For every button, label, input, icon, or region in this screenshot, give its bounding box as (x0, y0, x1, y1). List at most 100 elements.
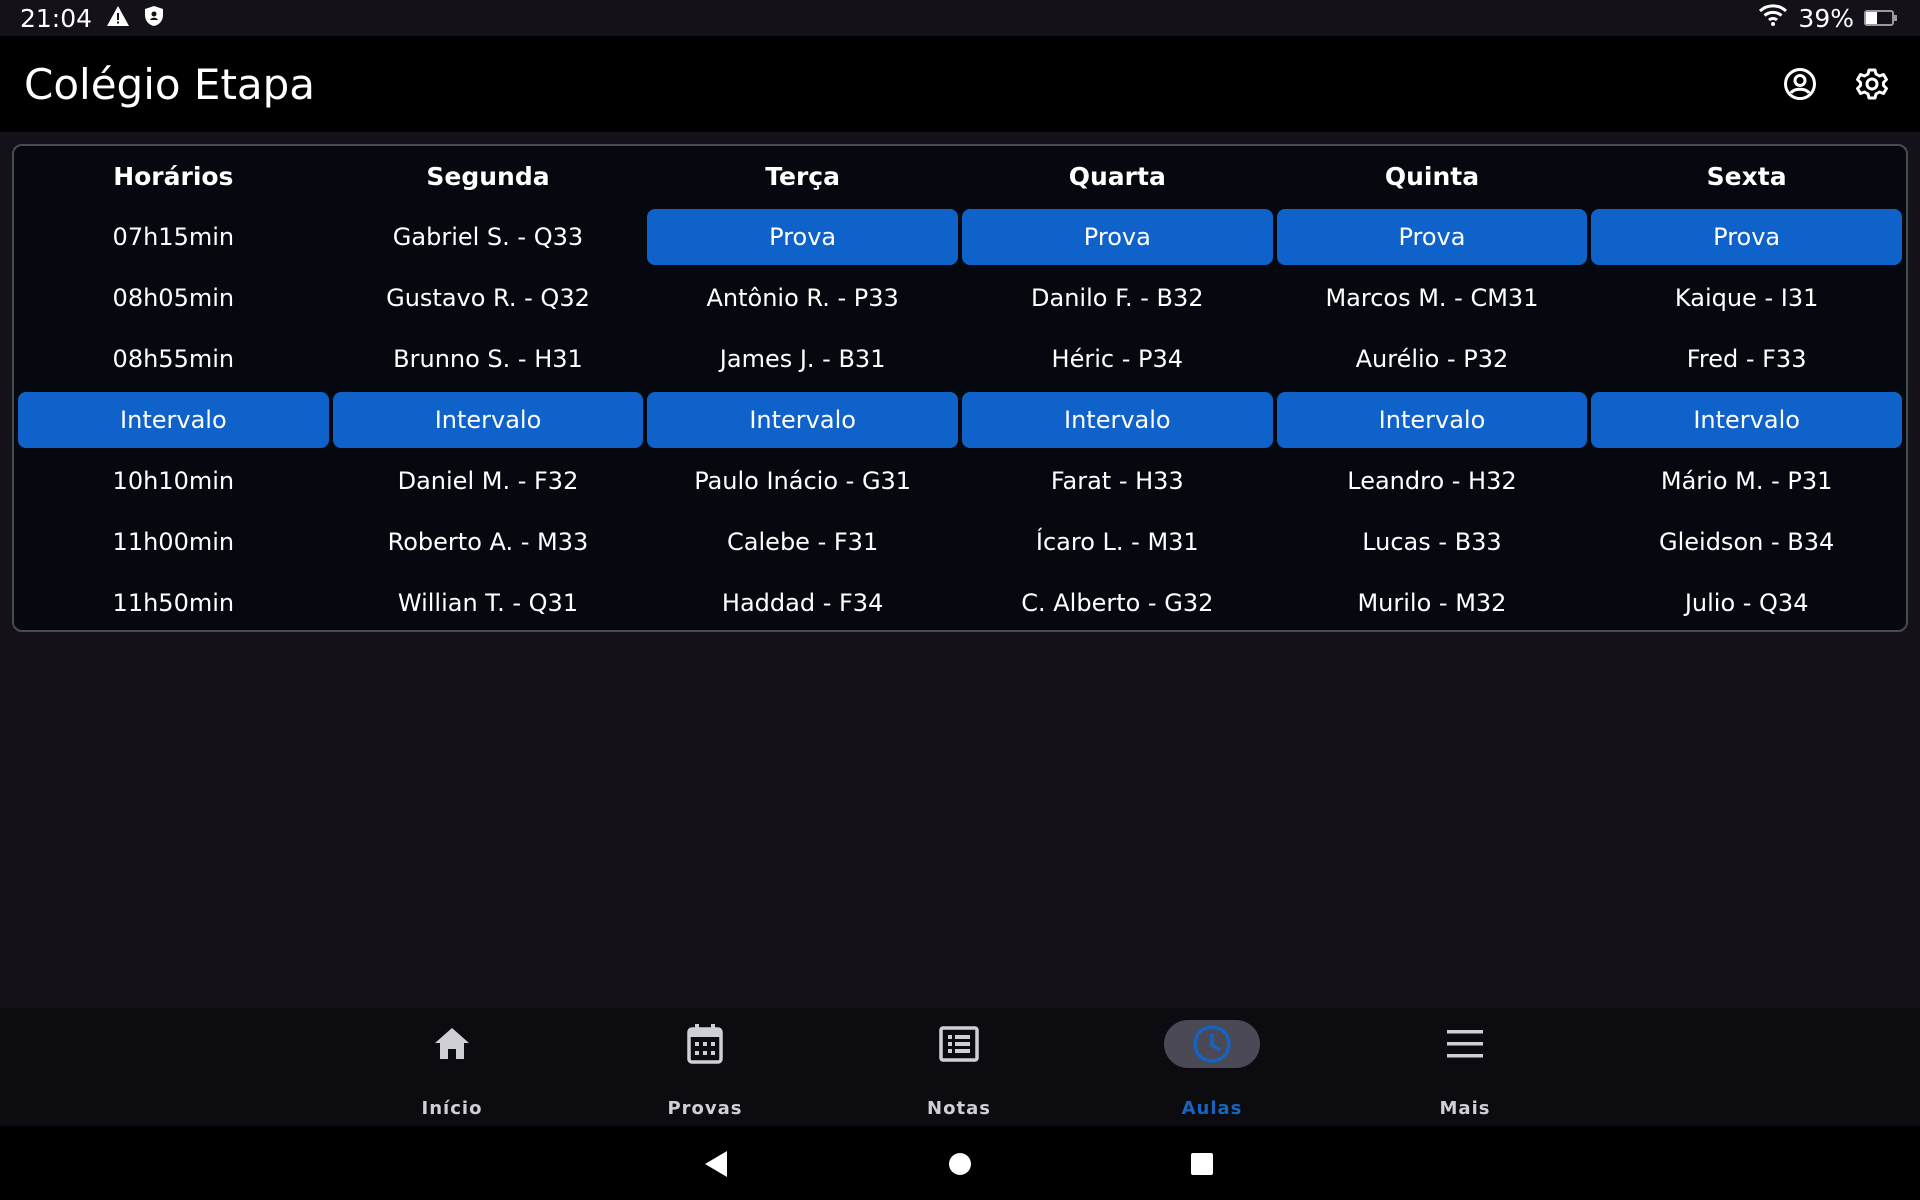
cell-label: 11h00min (112, 527, 235, 556)
cell-label: Murilo - M32 (1357, 588, 1507, 617)
schedule-table: Horários Segunda Terça Quarta Quinta Sex… (14, 146, 1906, 633)
table-cell: C. Alberto - G32 (962, 572, 1273, 633)
table-cell: Willian T. - Q31 (333, 572, 644, 633)
account-icon[interactable] (1782, 66, 1818, 102)
table-cell: Intervalo (18, 389, 329, 450)
table-cell: Fred - F33 (1591, 328, 1902, 389)
table-row: 11h50min Willian T. - Q31 Haddad - F34 C. A… (18, 572, 1902, 633)
cell-label: Ícaro L. - M31 (1035, 527, 1199, 556)
table-cell: Prova (961, 206, 1273, 267)
header-cell: Segunda (426, 161, 550, 191)
cell-label: 08h55min (112, 344, 235, 373)
table-cell: Leandro - H32 (1277, 450, 1588, 511)
menu-icon (1417, 1020, 1513, 1068)
cell-label: C. Alberto - G32 (1021, 588, 1214, 617)
table-cell: Prova (1276, 206, 1588, 267)
nav-item-aulas[interactable]: Aulas (1142, 1020, 1282, 1119)
back-icon[interactable] (696, 1144, 736, 1184)
status-right: 39% (1758, 3, 1898, 33)
table-cell: Intervalo (961, 389, 1273, 450)
table-cell: Brunno S. - H31 (333, 328, 644, 389)
nav-label: Início (421, 1098, 483, 1119)
table-cell: Prova (1591, 206, 1902, 267)
cell-label: Calebe - F31 (727, 527, 879, 556)
highlight-cell-label: Intervalo (1276, 391, 1588, 448)
status-left: 21:04 (20, 4, 164, 33)
cell-label: 07h15min (112, 222, 235, 251)
schedule-body: 07h15min Gabriel S. - Q33 Prova Prova Prova P… (18, 206, 1902, 633)
table-cell: Julio - Q34 (1591, 572, 1902, 633)
nav-item-inicio[interactable]: Início (382, 1020, 522, 1119)
table-cell: Daniel M. - F32 (333, 450, 644, 511)
table-cell: 11h00min (18, 511, 329, 572)
table-row: 08h55min Brunno S. - H31 James J. - B31 Hér… (18, 328, 1902, 389)
highlight-cell-label: Intervalo (18, 391, 329, 448)
bottom-nav: Início Provas Notas Aulas Mais (0, 1008, 1920, 1126)
table-cell: Calebe - F31 (647, 511, 958, 572)
table-cell: Danilo F. - B32 (962, 267, 1273, 328)
cell-label: James J. - B31 (719, 344, 886, 373)
cell-label: Fred - F33 (1686, 344, 1807, 373)
cell-label: Farat - H33 (1050, 466, 1184, 495)
highlight-cell-label: Intervalo (332, 391, 644, 448)
app-title: Colégio Etapa (24, 59, 316, 109)
cell-label: Lucas - B33 (1362, 527, 1502, 556)
table-cell: Gustavo R. - Q32 (333, 267, 644, 328)
table-cell: Kaique - I31 (1591, 267, 1902, 328)
highlight-cell-label: Prova (1591, 208, 1902, 265)
schedule-card: Horários Segunda Terça Quarta Quinta Sex… (12, 144, 1908, 632)
table-cell: James J. - B31 (647, 328, 958, 389)
highlight-cell-label: Prova (647, 208, 958, 265)
header-cell: Terça (765, 161, 840, 191)
cell-label: 11h50min (112, 588, 235, 617)
table-cell: Aurélio - P32 (1277, 328, 1588, 389)
table-cell: 11h50min (18, 572, 329, 633)
nav-item-provas[interactable]: Provas (635, 1020, 775, 1119)
app-bar: Colégio Etapa (0, 36, 1920, 132)
nav-item-notas[interactable]: Notas (889, 1020, 1029, 1119)
table-cell: Héric - P34 (962, 328, 1273, 389)
cell-label: Aurélio - P32 (1355, 344, 1509, 373)
nav-item-mais[interactable]: Mais (1395, 1020, 1535, 1119)
cell-label: Julio - Q34 (1684, 588, 1809, 617)
cell-label: Brunno S. - H31 (393, 344, 583, 373)
highlight-cell-label: Intervalo (961, 391, 1273, 448)
nav-label: Provas (667, 1098, 743, 1119)
alert-icon (106, 4, 130, 33)
table-cell: Lucas - B33 (1277, 511, 1588, 572)
cell-label: Roberto A. - M33 (387, 527, 589, 556)
table-cell: Intervalo (647, 389, 958, 450)
cell-label: Héric - P34 (1051, 344, 1184, 373)
status-bar: 21:04 39% (0, 0, 1920, 36)
nav-label: Notas (927, 1098, 991, 1119)
cell-label: Marcos M. - CM31 (1325, 283, 1539, 312)
cell-label: Danilo F. - B32 (1031, 283, 1204, 312)
home-icon (404, 1020, 500, 1068)
cell-label: Mário M. - P31 (1660, 466, 1833, 495)
table-cell: 08h05min (18, 267, 329, 328)
home-circle-icon[interactable] (940, 1144, 980, 1184)
table-cell: Intervalo (1591, 389, 1902, 450)
table-row: 11h00min Roberto A. - M33 Calebe - F31 Ícar… (18, 511, 1902, 572)
table-cell: Ícaro L. - M31 (962, 511, 1273, 572)
battery-icon (1864, 4, 1898, 33)
table-cell: Gleidson - B34 (1591, 511, 1902, 572)
status-time: 21:04 (20, 3, 93, 33)
cell-label: Kaique - I31 (1674, 283, 1819, 312)
gear-icon[interactable] (1854, 66, 1890, 102)
header-row: Horários Segunda Terça Quarta Quinta Sex… (18, 146, 1902, 206)
cell-label: Daniel M. - F32 (397, 466, 579, 495)
header-cell: Sexta (1706, 161, 1787, 191)
table-cell: Paulo Inácio - G31 (647, 450, 958, 511)
calendar-icon (657, 1020, 753, 1068)
system-nav-bar (0, 1126, 1920, 1200)
table-cell: Roberto A. - M33 (333, 511, 644, 572)
table-cell: Gabriel S. - Q33 (333, 206, 644, 267)
cell-label: Leandro - H32 (1347, 466, 1517, 495)
table-cell: Antônio R. - P33 (647, 267, 958, 328)
app-actions (1782, 66, 1890, 102)
recents-icon[interactable] (1182, 1144, 1222, 1184)
cell-label: Gleidson - B34 (1659, 527, 1835, 556)
cell-label: 08h05min (112, 283, 235, 312)
clock-icon (1164, 1020, 1260, 1068)
